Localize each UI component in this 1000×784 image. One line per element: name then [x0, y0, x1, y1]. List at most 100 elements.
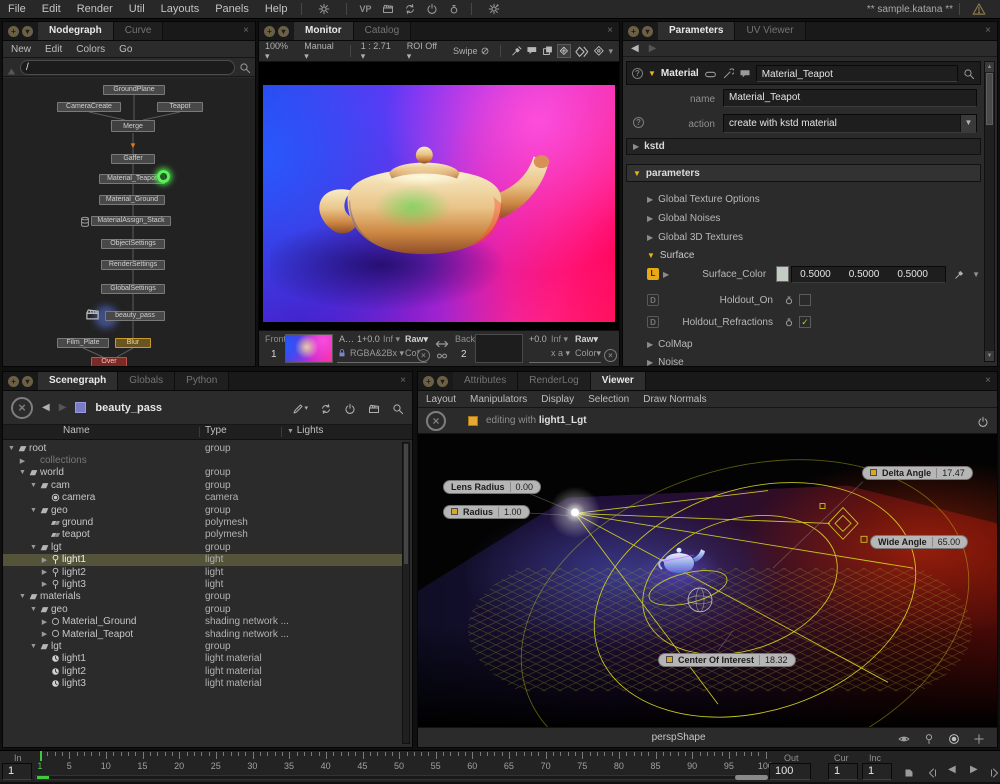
badge-pill-icon[interactable]: [704, 68, 717, 78]
pane-menu-icon[interactable]: ▾: [22, 376, 33, 387]
surface-group[interactable]: ▼Surface: [647, 248, 983, 262]
node-over[interactable]: Over: [91, 357, 127, 366]
scenegraph-row-light3[interactable]: light3light material: [3, 677, 402, 689]
visibility-eye-icon[interactable]: [898, 732, 910, 744]
pan-diamond-icon[interactable]: [557, 44, 571, 58]
history-forward-icon[interactable]: ▶: [649, 43, 657, 54]
search-icon[interactable]: [963, 67, 975, 79]
out-field[interactable]: 100: [769, 763, 811, 780]
tab-parameters[interactable]: Parameters: [658, 22, 735, 40]
node-groundplane[interactable]: GroundPlane: [103, 85, 165, 95]
group-global-texture-options[interactable]: ▶Global Texture Options: [647, 192, 983, 206]
expanded-icon[interactable]: ▼: [29, 482, 38, 489]
flag-frame-icon[interactable]: [903, 766, 915, 778]
front-channels[interactable]: RGBA&2Bx ▾: [350, 348, 404, 359]
close-icon[interactable]: ×: [237, 22, 255, 40]
viewer-menu-draw-normals[interactable]: Draw Normals: [643, 394, 706, 405]
expand-triangle-icon[interactable]: ▼: [648, 69, 656, 78]
ratio-select[interactable]: 1 : 2.71 ▾: [361, 41, 397, 62]
node-name-field[interactable]: Material_Teapot: [756, 65, 958, 82]
deselect-icon[interactable]: ×: [426, 411, 446, 431]
clapperboard-icon[interactable]: [368, 402, 380, 414]
node-search-input[interactable]: [20, 60, 235, 75]
nodegraph-menu-new[interactable]: New: [11, 44, 31, 55]
eyedropper-icon[interactable]: [954, 268, 966, 280]
color-swatch[interactable]: [776, 266, 789, 282]
front-raw[interactable]: Raw▾: [405, 334, 428, 345]
render-gear-icon[interactable]: [488, 3, 500, 15]
menu-file[interactable]: File: [0, 3, 34, 15]
add-view-icon[interactable]: [973, 732, 985, 744]
in-field[interactable]: 1: [2, 763, 32, 780]
power-icon[interactable]: [344, 402, 356, 414]
collapsed-icon[interactable]: ▶: [40, 556, 49, 564]
forward-icon[interactable]: ▶: [59, 402, 67, 413]
default-badge[interactable]: D: [647, 294, 659, 306]
help-icon[interactable]: ?: [633, 117, 644, 128]
node-cameracreate[interactable]: CameraCreate: [57, 102, 121, 112]
refresh-icon[interactable]: [320, 402, 332, 414]
kstd-group[interactable]: ▶kstd: [626, 138, 981, 155]
zoom-select[interactable]: 100% ▾: [265, 41, 294, 62]
node-rendersettings[interactable]: RenderSettings: [101, 260, 165, 270]
lock-icon[interactable]: [337, 348, 347, 358]
scenegraph-row-light2[interactable]: ▶light2light: [3, 566, 402, 578]
back-exposure[interactable]: +0.0: [529, 334, 547, 344]
timeline-groove[interactable]: [35, 775, 768, 780]
layers-icon[interactable]: [542, 45, 554, 57]
chevron-down-icon[interactable]: ▾: [608, 46, 613, 57]
front-clear-icon[interactable]: ×: [417, 349, 430, 362]
node-blur[interactable]: Blur: [115, 338, 151, 348]
next-keyframe-icon[interactable]: [989, 766, 1000, 778]
hud-center-of-interest[interactable]: Center Of Interest18.32: [658, 653, 796, 667]
menu-render[interactable]: Render: [69, 3, 121, 15]
roi-select[interactable]: ROI Off ▾: [407, 41, 443, 62]
swipe-toggle[interactable]: Swipe: [453, 46, 490, 56]
pane-menu-icon[interactable]: ▾: [642, 26, 653, 37]
node-film_plate[interactable]: Film_Plate: [57, 338, 109, 348]
tab-python[interactable]: Python: [175, 372, 229, 390]
clear-working-set-icon[interactable]: ×: [11, 397, 33, 419]
expanded-icon[interactable]: ▼: [18, 593, 27, 600]
power-icon[interactable]: [977, 415, 989, 427]
search-icon[interactable]: [392, 402, 404, 414]
camera-name[interactable]: perspShape: [652, 732, 706, 743]
close-icon[interactable]: ×: [394, 372, 412, 390]
collapsed-icon[interactable]: ▶: [40, 580, 49, 588]
pane-menu-icon[interactable]: ▾: [278, 26, 289, 37]
close-icon[interactable]: ×: [979, 372, 997, 390]
scenegraph-row-geo[interactable]: ▼geogroup: [3, 603, 402, 615]
comment-icon[interactable]: [739, 67, 751, 79]
holdout-on-checkbox[interactable]: [799, 294, 811, 306]
tab-catalog[interactable]: Catalog: [354, 22, 411, 40]
expanded-icon[interactable]: ▼: [7, 445, 16, 452]
back-color[interactable]: Color▾: [575, 348, 601, 359]
color-values[interactable]: 0.50000.50000.5000: [791, 266, 946, 283]
default-badge[interactable]: D: [647, 316, 659, 328]
light-pin-icon[interactable]: [923, 732, 935, 744]
power-icon[interactable]: [426, 3, 438, 15]
pane-split-icon[interactable]: +: [8, 376, 19, 387]
collapsed-icon[interactable]: ▶: [40, 630, 49, 638]
expanded-icon[interactable]: ▼: [29, 544, 38, 551]
collapsed-icon[interactable]: ▶: [40, 618, 49, 626]
scrollbar[interactable]: ▲ ▼: [984, 61, 995, 362]
clapperboard-icon[interactable]: [382, 3, 394, 15]
node-material_ground[interactable]: Material_Ground: [99, 195, 165, 205]
node-globalsettings[interactable]: GlobalSettings: [101, 284, 165, 294]
scenegraph-row-lgt[interactable]: ▼lgtgroup: [3, 640, 402, 652]
scenegraph-row-camera[interactable]: cameracamera: [3, 492, 402, 504]
prev-keyframe-icon[interactable]: [926, 766, 938, 778]
node-beauty_pass[interactable]: beauty_pass: [105, 311, 165, 321]
close-icon[interactable]: ×: [979, 22, 997, 40]
dropdown-arrow-icon[interactable]: ▼: [960, 115, 976, 132]
back-xa[interactable]: x a ▾: [551, 348, 570, 359]
playhead-groove-marker[interactable]: [37, 776, 49, 779]
front-thumbnail[interactable]: [285, 334, 333, 363]
tab-viewer[interactable]: Viewer: [591, 372, 646, 390]
scenegraph-row-ground[interactable]: groundpolymesh: [3, 516, 402, 528]
inc-field[interactable]: 1: [862, 763, 892, 780]
hud-lens-radius[interactable]: Lens Radius0.00: [443, 480, 541, 494]
collapsed-icon[interactable]: ▶: [18, 457, 27, 465]
scroll-down-icon[interactable]: ▼: [985, 351, 994, 361]
